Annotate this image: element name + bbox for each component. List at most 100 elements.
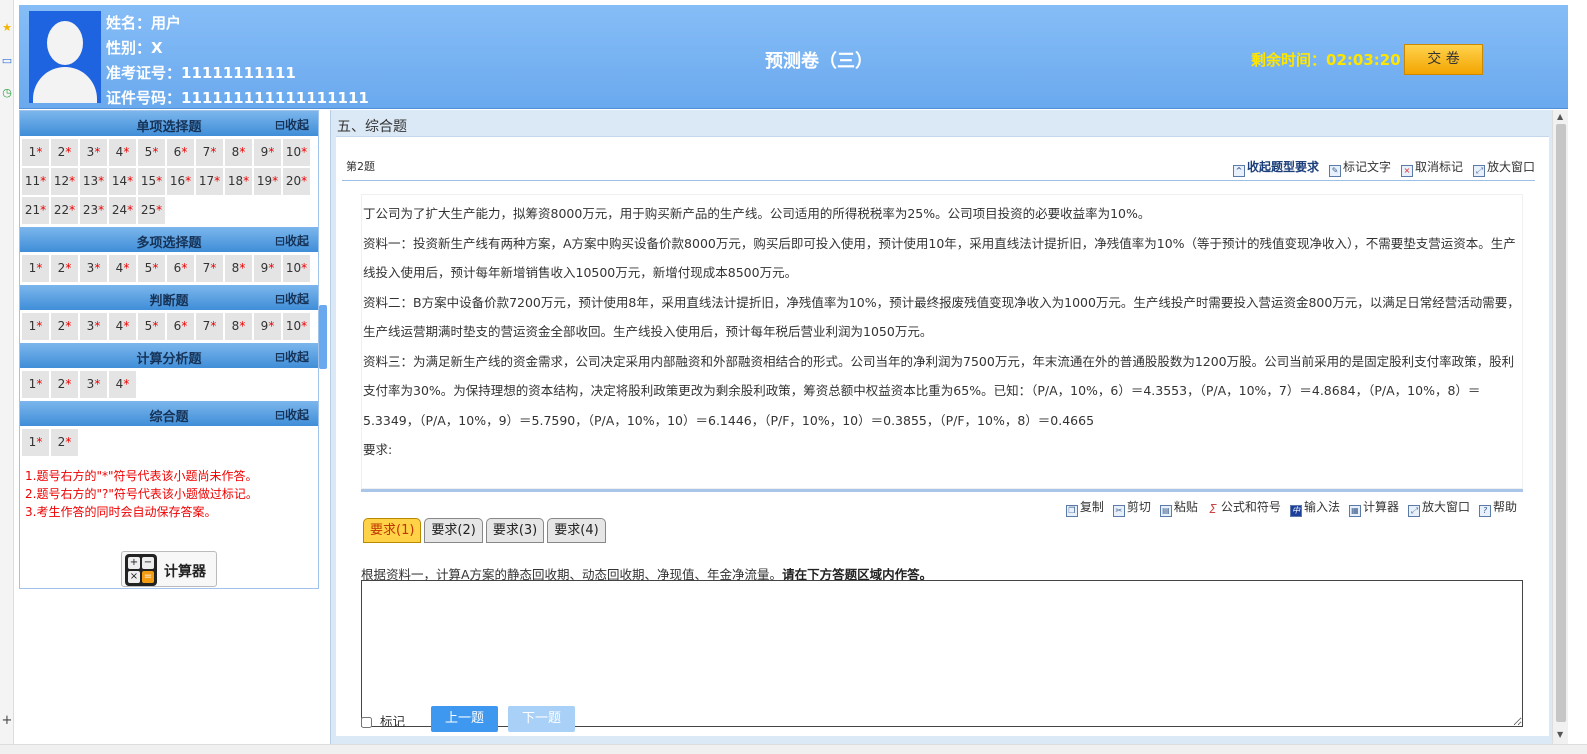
submit-exam-button[interactable]: 交 卷 (1404, 44, 1483, 75)
collapse-section-button[interactable]: ⊟收起 (275, 116, 309, 133)
enlarge-editor-label: 放大窗口 (1421, 500, 1470, 514)
plus-icon[interactable]: + (1, 714, 13, 727)
unanswered-mark: * (268, 261, 275, 275)
question-link[interactable]: 5* (138, 313, 165, 340)
question-link[interactable]: 10* (283, 313, 310, 340)
question-link[interactable]: 4* (109, 255, 136, 282)
question-link[interactable]: 21* (22, 197, 49, 224)
panel-splitter-handle[interactable] (319, 305, 327, 369)
question-link[interactable]: 8* (225, 313, 252, 340)
scroll-down-arrow[interactable]: ▼ (1557, 730, 1563, 739)
paste-button[interactable]: ▤ 粘贴 (1159, 498, 1198, 517)
question-link[interactable]: 7* (196, 255, 223, 282)
scrollbar-thumb[interactable] (1556, 124, 1566, 722)
question-link[interactable]: 11* (22, 168, 49, 195)
question-link[interactable]: 9* (254, 313, 281, 340)
calculator-button[interactable]: + − × = 计算器 (121, 551, 217, 587)
star-icon[interactable]: ★ (1, 22, 13, 34)
question-link[interactable]: 2* (51, 313, 78, 340)
question-link[interactable]: 18* (225, 168, 252, 195)
vertical-scrollbar[interactable]: ▲ ▼ (1552, 110, 1568, 744)
question-link[interactable]: 6* (167, 139, 194, 166)
question-link[interactable]: 10* (283, 255, 310, 282)
input-method-icon: 中 (1289, 505, 1302, 517)
collapse-section-button[interactable]: ⊟收起 (275, 348, 309, 365)
enlarge-window-button[interactable]: ⤢ 放大窗口 (1472, 158, 1535, 177)
question-link[interactable]: 3* (80, 313, 107, 340)
question-link[interactable]: 2* (51, 429, 78, 456)
mark-text-button[interactable]: ✎ 标记文字 (1328, 158, 1391, 177)
stem-paragraph: 资料三：为满足新生产线的资金需求，公司决定采用内部融资和外部融资相结合的形式。公… (363, 353, 1515, 428)
question-link[interactable]: 23* (80, 197, 107, 224)
copy-button[interactable]: ❐ 复制 (1065, 498, 1104, 517)
stem-paragraph: 资料一：投资新生产线有两种方案，A方案中购买设备价款8000万元，购买后即可投入… (363, 235, 1516, 281)
question-link[interactable]: 14* (109, 168, 136, 195)
collapse-section-button[interactable]: ⊟收起 (275, 232, 309, 249)
enlarge-editor-button[interactable]: ⤢ 放大窗口 (1407, 498, 1470, 517)
question-link[interactable]: 5* (138, 139, 165, 166)
input-method-button[interactable]: 中输入法 (1289, 498, 1340, 517)
question-link[interactable]: 3* (80, 371, 107, 398)
question-link[interactable]: 4* (109, 139, 136, 166)
question-link[interactable]: 17* (196, 168, 223, 195)
question-link[interactable]: 20* (283, 168, 310, 195)
question-link[interactable]: 3* (80, 139, 107, 166)
question-link[interactable]: 24* (109, 197, 136, 224)
mark-checkbox[interactable] (361, 717, 372, 728)
scroll-up-arrow[interactable]: ▲ (1557, 112, 1563, 121)
collapse-section-button[interactable]: ⊟收起 (275, 406, 309, 423)
question-link[interactable]: 5* (138, 255, 165, 282)
answer-textarea[interactable] (361, 580, 1523, 727)
clock-icon[interactable]: ◷ (1, 87, 13, 99)
collapse-requirements-button[interactable]: ^ 收起题型要求 (1232, 158, 1319, 177)
question-link[interactable]: 15* (138, 168, 165, 195)
unanswered-mark: * (65, 145, 72, 159)
question-link[interactable]: 16* (167, 168, 194, 195)
unanswered-mark: * (210, 145, 217, 159)
question-link[interactable]: 8* (225, 255, 252, 282)
question-link[interactable]: 2* (51, 255, 78, 282)
question-link[interactable]: 1* (22, 313, 49, 340)
unanswered-mark: * (123, 319, 130, 333)
tab-requirement-2[interactable]: 要求(2) (424, 518, 483, 543)
question-link[interactable]: 1* (22, 429, 49, 456)
unmark-button[interactable]: × 取消标记 (1400, 158, 1463, 177)
previous-question-button[interactable]: 上一题 (431, 706, 498, 732)
tab-requirement-3[interactable]: 要求(3) (485, 518, 545, 543)
question-link[interactable]: 25* (138, 197, 165, 224)
question-link[interactable]: 1* (22, 139, 49, 166)
tab-requirement-4[interactable]: 要求(4) (547, 518, 606, 543)
question-link[interactable]: 2* (51, 139, 78, 166)
formula-button[interactable]: Σ 公式和符号 (1207, 498, 1281, 517)
question-link[interactable]: 2* (51, 371, 78, 398)
question-link[interactable]: 12* (51, 168, 78, 195)
mark-question[interactable]: 标记 (361, 711, 405, 730)
question-link[interactable]: 19* (254, 168, 281, 195)
question-link[interactable]: 3* (80, 255, 107, 282)
question-link[interactable]: 9* (254, 255, 281, 282)
question-link[interactable]: 6* (167, 313, 194, 340)
question-link[interactable]: 7* (196, 139, 223, 166)
next-question-button[interactable]: 下一题 (508, 706, 575, 732)
cut-button[interactable]: ✂ 剪切 (1112, 498, 1151, 517)
question-link[interactable]: 8* (225, 139, 252, 166)
section-header-title: 多项选择题 (136, 236, 202, 251)
question-link[interactable]: 10* (283, 139, 310, 166)
question-link[interactable]: 1* (22, 255, 49, 282)
question-link[interactable]: 9* (254, 139, 281, 166)
question-link[interactable]: 22* (51, 197, 78, 224)
help-button[interactable]: ? 帮助 (1478, 498, 1517, 517)
unanswered-mark: * (40, 174, 47, 188)
calculator-tool-button[interactable]: ▦ 计算器 (1348, 498, 1399, 517)
collapse-section-button[interactable]: ⊟收起 (275, 290, 309, 307)
monitor-icon[interactable]: ▭ (1, 55, 13, 67)
question-link[interactable]: 4* (109, 313, 136, 340)
question-link[interactable]: 7* (196, 313, 223, 340)
question-link[interactable]: 6* (167, 255, 194, 282)
question-link[interactable]: 4* (109, 371, 136, 398)
question-link[interactable]: 1* (22, 371, 49, 398)
unanswered-mark: * (127, 174, 134, 188)
question-link[interactable]: 13* (80, 168, 107, 195)
unanswered-mark: * (94, 145, 101, 159)
tab-requirement-1[interactable]: 要求(1) (363, 518, 422, 543)
